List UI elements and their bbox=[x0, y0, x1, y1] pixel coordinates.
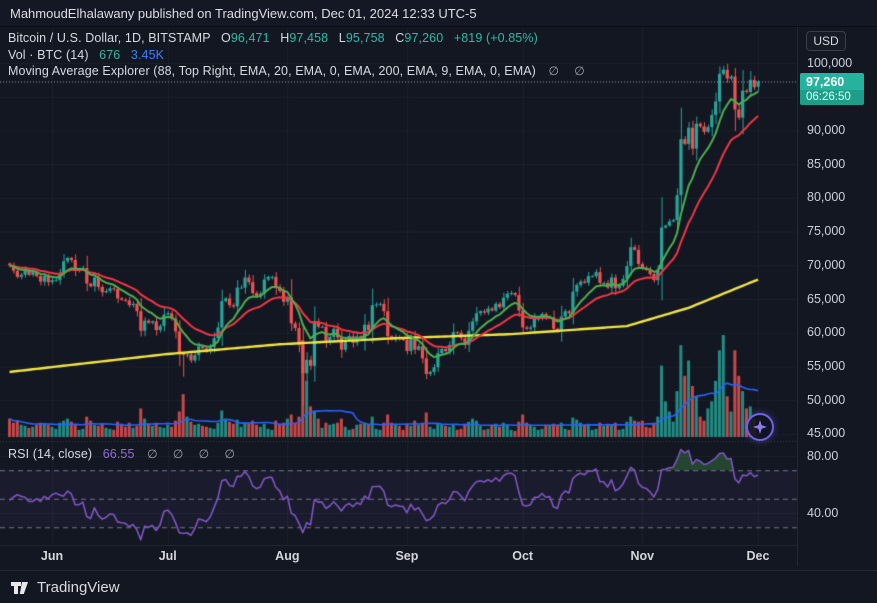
tradingview-snapshot: { "top_bar": { "text": "MahmoudElhalawan… bbox=[0, 0, 877, 603]
ma-explorer-label: Moving Average Explorer (88, Top Right, … bbox=[8, 64, 536, 78]
ma-hidden-icons[interactable]: ∅ ∅ bbox=[548, 64, 590, 78]
price-tick-label: 65,000 bbox=[807, 292, 845, 306]
ohlc-low-key: L bbox=[339, 31, 346, 45]
ma-explorer-legend[interactable]: Moving Average Explorer (88, Top Right, … bbox=[8, 64, 591, 78]
price-tick-label: 80,000 bbox=[807, 190, 845, 204]
ohlc-high-value: 97,458 bbox=[289, 31, 328, 45]
month-label-oct: Oct bbox=[512, 549, 533, 563]
ohlc-close-value: 97,260 bbox=[404, 31, 443, 45]
ohlc-open-value: 96,471 bbox=[231, 31, 270, 45]
volume-legend[interactable]: Vol · BTC (14) 676 3.45K bbox=[8, 48, 164, 62]
rsi-legend[interactable]: RSI (14, close) 66.55 ∅ ∅ ∅ ∅ bbox=[8, 447, 241, 461]
sparkle-plus-icon bbox=[753, 420, 767, 434]
change-value: +819 (+0.85%) bbox=[454, 31, 538, 45]
ohlc-high-key: H bbox=[280, 31, 289, 45]
symbol-legend[interactable]: Bitcoin / U.S. Dollar, 1D, BITSTAMP O96,… bbox=[8, 31, 538, 45]
bar-countdown: 06:26:50 bbox=[800, 90, 864, 105]
symbol-title: Bitcoin / U.S. Dollar, 1D, BITSTAMP bbox=[8, 31, 210, 45]
price-tick-label: 85,000 bbox=[807, 157, 845, 171]
plus-button[interactable] bbox=[746, 413, 774, 441]
rsi-tick-label: 80.00 bbox=[807, 449, 838, 463]
rsi-label: RSI (14, close) bbox=[8, 447, 92, 461]
time-axis-border bbox=[0, 545, 877, 546]
currency-toggle-button[interactable]: USD bbox=[806, 31, 846, 51]
volume-ma-value: 3.45K bbox=[131, 48, 164, 62]
last-price-value: 97,260 bbox=[800, 73, 864, 90]
month-label-aug: Aug bbox=[275, 549, 299, 563]
month-label-jul: Jul bbox=[159, 549, 177, 563]
month-label-dec: Dec bbox=[747, 549, 770, 563]
rsi-value: 66.55 bbox=[103, 447, 135, 461]
price-tick-label: 75,000 bbox=[807, 224, 845, 238]
month-label-nov: Nov bbox=[630, 549, 654, 563]
last-price-tag: 97,260 06:26:50 bbox=[800, 73, 864, 105]
publish-status-bar: MahmoudElhalawany published on TradingVi… bbox=[0, 0, 877, 27]
tradingview-logo-icon bbox=[10, 579, 29, 596]
publish-status-text: MahmoudElhalawany published on TradingVi… bbox=[10, 6, 477, 21]
rsi-hidden-icons[interactable]: ∅ ∅ ∅ ∅ bbox=[147, 447, 241, 461]
tradingview-wordmark: TradingView bbox=[37, 579, 120, 596]
footer-bar: TradingView bbox=[0, 570, 877, 603]
ohlc-low-value: 95,758 bbox=[346, 31, 385, 45]
price-tick-label: 45,000 bbox=[807, 426, 845, 440]
price-tick-label: 90,000 bbox=[807, 123, 845, 137]
price-tick-label: 70,000 bbox=[807, 258, 845, 272]
ohlc-open-key: O bbox=[221, 31, 231, 45]
volume-value: 676 bbox=[99, 48, 120, 62]
rsi-tick-label: 40.00 bbox=[807, 506, 838, 520]
price-tick-label: 100,000 bbox=[807, 56, 852, 70]
month-label-sep: Sep bbox=[395, 549, 418, 563]
price-tick-label: 55,000 bbox=[807, 359, 845, 373]
price-tick-label: 60,000 bbox=[807, 325, 845, 339]
month-label-jun: Jun bbox=[41, 549, 63, 563]
price-axis[interactable]: USD 100,000 90,000 85,000 80,000 75,000 70,00… bbox=[797, 27, 877, 566]
volume-label: Vol · BTC (14) bbox=[8, 48, 89, 62]
chart-canvas[interactable] bbox=[0, 0, 877, 603]
price-tick-label: 50,000 bbox=[807, 393, 845, 407]
